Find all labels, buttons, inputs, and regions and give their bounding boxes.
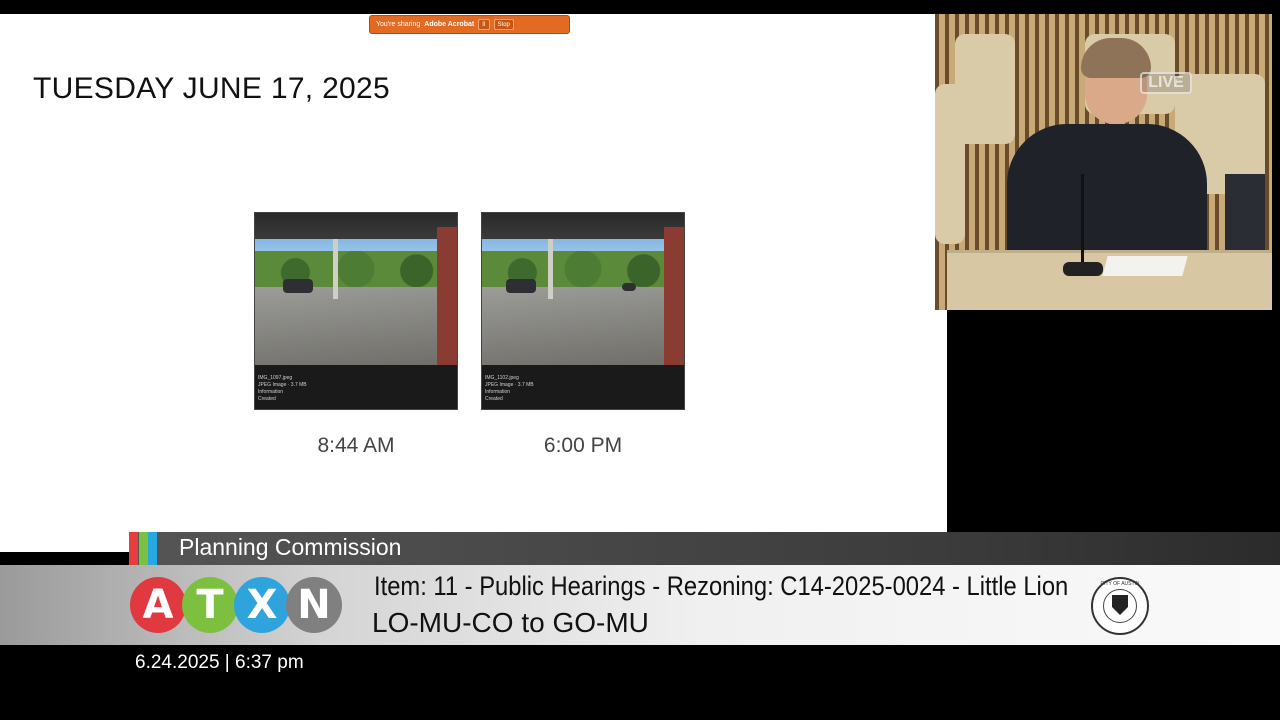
photo-filename: IMG_1097.jpeg [258,375,293,381]
photo-caption-morning: 8:44 AM [317,434,395,457]
presentation-slide: TUESDAY JUNE 17, 2025 IMG_1097.jpeg JPEG… [0,14,947,552]
seal-text: CITY OF AUSTIN [1100,581,1140,587]
atxn-logo-n: N [286,577,342,633]
photo-filename: IMG_1102.jpeg [485,375,519,381]
agenda-item-title: Item: 11 - Public Hearings - Rezoning: C… [374,571,1069,601]
photo-metadata: IMG_1102.jpeg JPEG Image · 3.7 MB Inform… [482,365,684,409]
share-prefix: You're sharing [376,21,421,28]
photo-info-label: Information [485,389,511,395]
photo-thumbnail-evening: IMG_1102.jpeg JPEG Image · 3.7 MB Inform… [481,212,685,410]
atxn-logo-x: X [234,577,290,633]
microphone-icon [1081,174,1084,274]
photo-created-label: Created [258,396,276,402]
photo-meta: JPEG Image · 3.7 MB [485,382,534,388]
meeting-name: Planning Commission [179,534,402,560]
photo-info-label: Information [258,389,284,395]
screen-share-banner: You're sharing Adobe Acrobat II Stop [369,15,570,34]
photo-caption-evening: 6:00 PM [543,434,623,457]
broadcast-datetime: 6.24.2025 | 6:37 pm [135,652,304,673]
parking-lot-image [255,213,457,367]
slide-title: TUESDAY JUNE 17, 2025 [33,72,391,105]
pause-share-button[interactable]: II [478,19,490,30]
parking-lot-image [482,213,684,367]
atxn-logo-t: T [182,577,238,633]
photo-thumbnail-morning: IMG_1097.jpeg JPEG Image · 3.7 MB Inform… [254,212,458,410]
city-seal-icon: CITY OF AUSTIN [1091,577,1149,635]
shared-app-name: Adobe Acrobat [424,21,475,28]
live-badge: LIVE [1140,72,1192,94]
atxn-logo-a: A [130,577,186,633]
stop-share-button[interactable]: Stop [493,19,514,30]
speaker-camera-feed [935,14,1272,310]
agenda-item-subtitle: LO-MU-CO to GO-MU [372,607,649,638]
monitor [1225,174,1265,254]
brand-stripe-green [139,532,148,565]
photo-metadata: IMG_1097.jpeg JPEG Image · 3.7 MB Inform… [255,365,457,409]
photo-meta: JPEG Image · 3.7 MB [258,382,307,388]
brand-stripe-blue [148,532,157,565]
photo-created-label: Created [485,396,503,402]
brand-stripe-red [129,532,138,565]
speaker [1007,124,1207,264]
